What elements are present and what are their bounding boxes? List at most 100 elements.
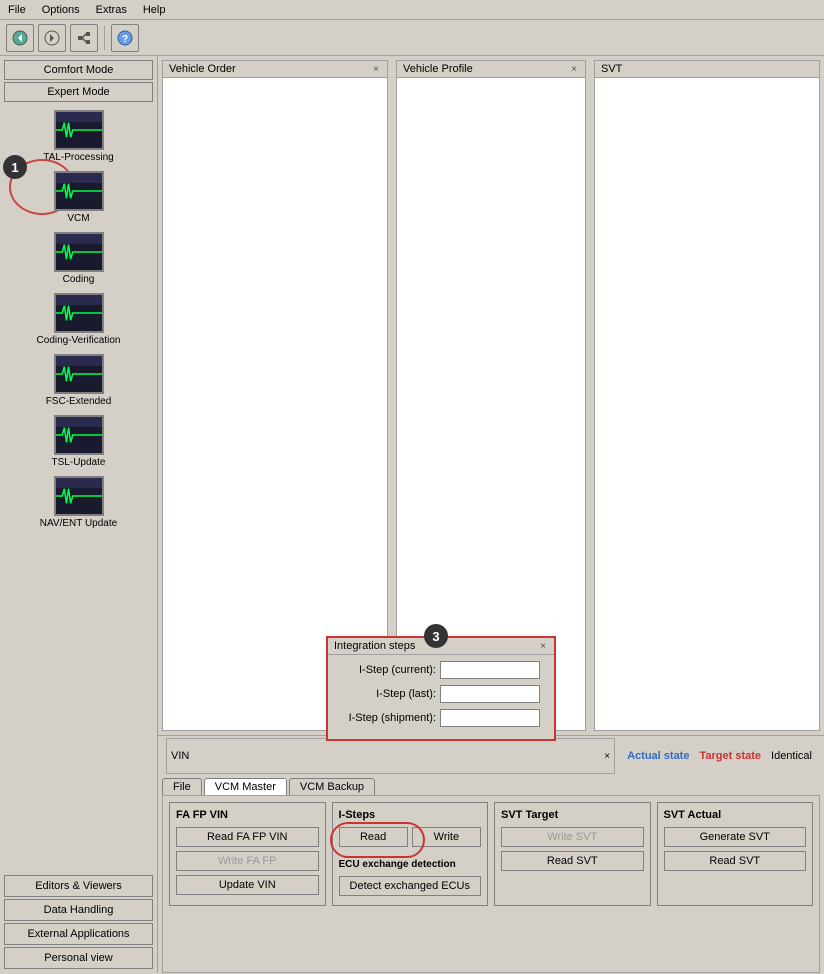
vin-close[interactable]: × xyxy=(604,751,610,762)
menu-options[interactable]: Options xyxy=(38,2,84,18)
vehicle-profile-header: Vehicle Profile × xyxy=(397,61,585,78)
vcm-icon xyxy=(54,171,104,211)
toolbar-separator xyxy=(104,26,105,50)
comfort-mode-button[interactable]: Comfort Mode xyxy=(4,60,153,80)
menu-help[interactable]: Help xyxy=(139,2,170,18)
istep-buttons: Read Write xyxy=(339,827,482,851)
istep-current-row: I-Step (current): xyxy=(336,661,546,679)
network-button[interactable] xyxy=(70,24,98,52)
editors-viewers-button[interactable]: Editors & Viewers xyxy=(4,875,153,897)
write-svt-button: Write SVT xyxy=(501,827,644,847)
fsc-extended-label: FSC-Extended xyxy=(46,396,112,407)
help-button[interactable]: ? xyxy=(111,24,139,52)
svt-target-title: SVT Target xyxy=(501,809,644,821)
sidebar-item-fsc-extended[interactable]: FSC-Extended xyxy=(19,352,139,409)
vehicle-profile-close[interactable]: × xyxy=(569,64,579,75)
coding-verification-label: Coding-Verification xyxy=(37,335,121,346)
ecu-exchange-title: ECU exchange detection xyxy=(339,859,482,870)
vcm-groups-row: FA FP VIN Read FA FP VIN Write FA FP Upd… xyxy=(169,802,813,906)
vcm-master-content: FA FP VIN Read FA FP VIN Write FA FP Upd… xyxy=(162,795,820,973)
vehicle-order-content xyxy=(163,78,387,725)
main-layout: Comfort Mode Expert Mode TAL-Processing … xyxy=(0,56,824,973)
actual-state-label: Actual state xyxy=(627,750,689,762)
back-button[interactable] xyxy=(6,24,34,52)
sidebar-bottom: Editors & Viewers Data Handling External… xyxy=(4,875,153,969)
istep-last-input[interactable] xyxy=(440,685,540,703)
integration-steps-title: Integration steps xyxy=(334,640,415,652)
generate-svt-button[interactable]: Generate SVT xyxy=(664,827,807,847)
svt-actual-group: SVT Actual Generate SVT Read SVT xyxy=(657,802,814,906)
fsc-extended-icon xyxy=(54,354,104,394)
fa-fp-vin-group: FA FP VIN Read FA FP VIN Write FA FP Upd… xyxy=(169,802,326,906)
isteps-title: I-Steps xyxy=(339,809,482,821)
vehicle-order-panel: Vehicle Order × xyxy=(162,60,388,731)
istep-shipment-row: I-Step (shipment): xyxy=(336,709,546,727)
tsl-update-label: TSL-Update xyxy=(52,457,106,468)
sidebar-item-coding-verification[interactable]: Coding-Verification xyxy=(19,291,139,348)
vehicle-profile-title: Vehicle Profile xyxy=(403,63,473,75)
sidebar-items: TAL-Processing VCM Coding xyxy=(4,108,153,875)
personal-view-button[interactable]: Personal view xyxy=(4,947,153,969)
integration-steps-panel: Integration steps × I-Step (current): I-… xyxy=(326,636,556,741)
read-fa-fp-vin-button[interactable]: Read FA FP VIN xyxy=(176,827,319,847)
state-labels: Actual state Target state Identical xyxy=(619,748,820,764)
toolbar: ? xyxy=(0,20,824,56)
isteps-write-button[interactable]: Write xyxy=(412,827,481,847)
content-area: Vehicle Order × Vehicle Profile × SVT xyxy=(158,56,824,973)
sidebar-item-coding[interactable]: Coding xyxy=(19,230,139,287)
vin-label: VIN xyxy=(171,750,189,762)
write-fa-fp-button: Write FA FP xyxy=(176,851,319,871)
isteps-group: I-Steps Read Write ECU exchange detectio… xyxy=(332,802,489,906)
vin-panel: VIN × xyxy=(166,738,615,774)
istep-last-row: I-Step (last): xyxy=(336,685,546,703)
svt-title: SVT xyxy=(601,63,622,75)
detect-exchanged-ecus-button[interactable]: Detect exchanged ECUs xyxy=(339,876,482,896)
target-state-label: Target state xyxy=(699,750,761,762)
external-applications-button[interactable]: External Applications xyxy=(4,923,153,945)
integration-steps-body: I-Step (current): I-Step (last): I-Step … xyxy=(328,655,554,739)
istep-last-label: I-Step (last): xyxy=(336,688,436,700)
identical-label: Identical xyxy=(771,750,812,762)
isteps-read-button[interactable]: Read xyxy=(339,827,408,847)
bottom-section: VIN × Actual state Target state Identica… xyxy=(158,736,824,973)
tab-bar: File VCM Master VCM Backup xyxy=(158,776,824,795)
svg-text:?: ? xyxy=(122,34,128,45)
menu-file[interactable]: File xyxy=(4,2,30,18)
svt-actual-read-button[interactable]: Read SVT xyxy=(664,851,807,871)
svt-header: SVT xyxy=(595,61,819,78)
svt-panel: SVT xyxy=(594,60,820,731)
step-badge-1: 1 xyxy=(3,155,27,179)
sidebar-item-nav-ent-update[interactable]: NAV/ENT Update xyxy=(19,474,139,531)
vehicle-order-title: Vehicle Order xyxy=(169,63,236,75)
vehicle-order-header: Vehicle Order × xyxy=(163,61,387,78)
top-panels: Vehicle Order × Vehicle Profile × SVT xyxy=(158,56,824,736)
nav-ent-icon xyxy=(54,476,104,516)
expert-mode-button[interactable]: Expert Mode xyxy=(4,82,153,102)
coding-icon xyxy=(54,232,104,272)
istep-current-label: I-Step (current): xyxy=(336,664,436,676)
menu-extras[interactable]: Extras xyxy=(92,2,131,18)
sidebar-item-tsl-update[interactable]: TSL-Update xyxy=(19,413,139,470)
istep-shipment-input[interactable] xyxy=(440,709,540,727)
svt-target-read-button[interactable]: Read SVT xyxy=(501,851,644,871)
tab-vcm-backup[interactable]: VCM Backup xyxy=(289,778,375,795)
tal-processing-icon xyxy=(54,110,104,150)
sidebar-item-vcm[interactable]: VCM xyxy=(19,169,139,226)
forward-button[interactable] xyxy=(38,24,66,52)
vehicle-profile-content xyxy=(397,78,585,725)
sidebar: Comfort Mode Expert Mode TAL-Processing … xyxy=(0,56,158,973)
coding-label: Coding xyxy=(63,274,95,285)
nav-ent-label: NAV/ENT Update xyxy=(40,518,117,529)
istep-current-input[interactable] xyxy=(440,661,540,679)
sidebar-item-tal-processing[interactable]: TAL-Processing xyxy=(19,108,139,165)
coding-verification-icon xyxy=(54,293,104,333)
tab-file[interactable]: File xyxy=(162,778,202,795)
vcm-label: VCM xyxy=(67,213,89,224)
update-vin-button[interactable]: Update VIN xyxy=(176,875,319,895)
data-handling-button[interactable]: Data Handling xyxy=(4,899,153,921)
svt-actual-title: SVT Actual xyxy=(664,809,807,821)
tab-vcm-master[interactable]: VCM Master xyxy=(204,778,287,795)
svt-target-group: SVT Target Write SVT Read SVT xyxy=(494,802,651,906)
vehicle-order-close[interactable]: × xyxy=(371,64,381,75)
integration-steps-close[interactable]: × xyxy=(538,641,548,652)
